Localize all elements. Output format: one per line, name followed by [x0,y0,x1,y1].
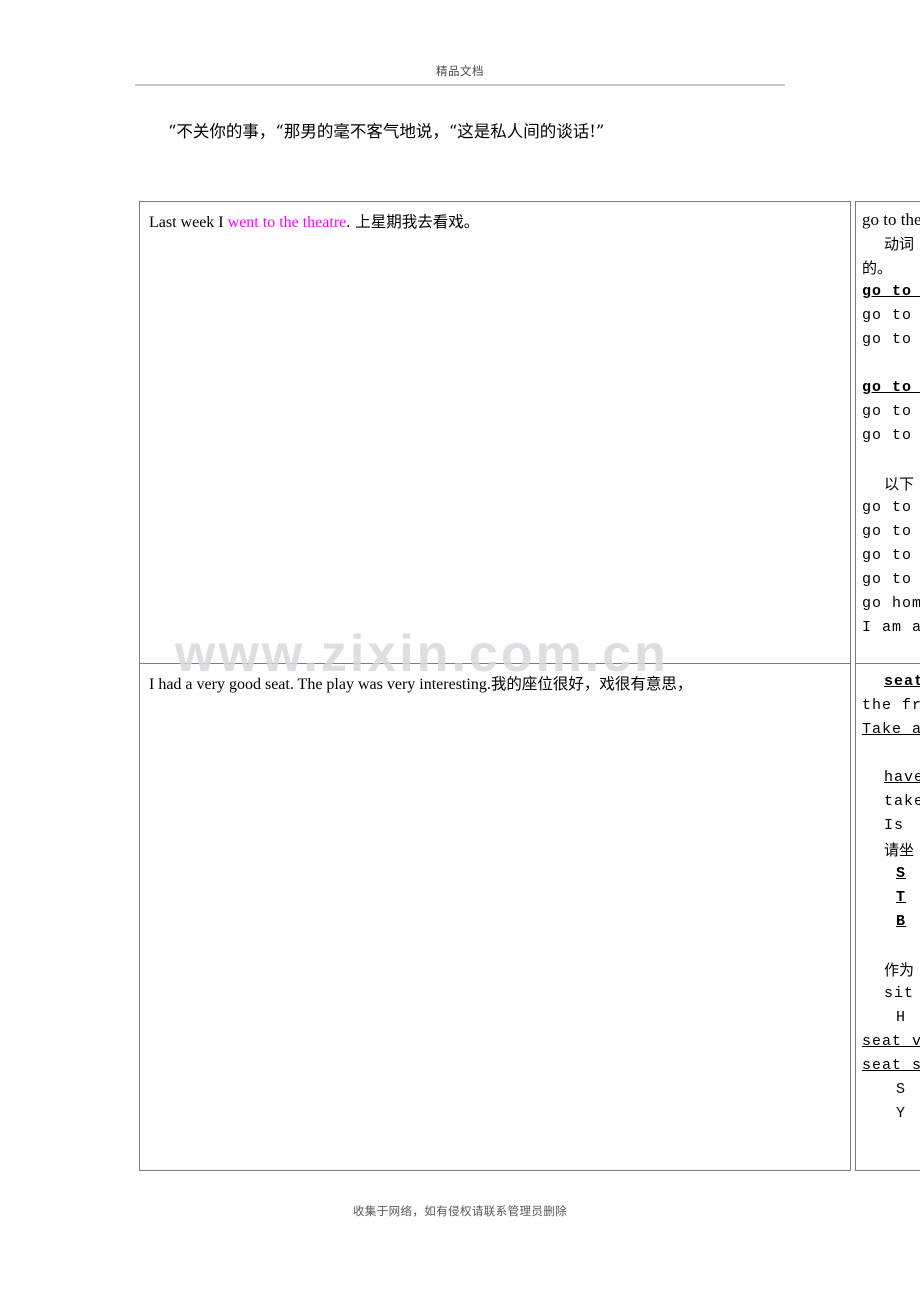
sentence-1-chinese: 上星期我去看戏。 [350,213,480,231]
note-line: go to the [862,283,920,300]
note-line: 动词 [884,235,915,253]
notes-row-2: seat the front Take a seat have a take a Is 请坐… [856,664,920,1170]
note-line: have a [884,769,920,786]
note-line [862,742,920,766]
note-line: sit [884,985,915,1002]
intro-paragraph: “不关你的事，“那男的毫不客气地说，“这是私人间的谈话!” [168,122,605,141]
note-line: go to the [862,307,920,324]
note-line: seat v [862,1033,920,1050]
note-line: go to hospital [862,547,920,564]
note-line: go to school [862,499,920,516]
note-line: Is [884,817,905,834]
note-line: go to the [862,331,920,348]
table-row: I had a very good seat. The play was ver… [140,664,850,1170]
table-row: Last week I went to the theatre. 上星期我去看戏… [140,202,850,664]
note-line: H [896,1009,907,1026]
watermark: www.zixin.com.cn [175,625,669,683]
note-line: 作为 [884,961,915,979]
note-line [862,934,920,958]
note-line: T [896,889,907,906]
content-table: Last week I went to the theatre. 上星期我去看戏… [139,201,851,1171]
sentence-1-highlight: went to the theatre [227,214,347,231]
note-line: go to the [862,427,920,444]
note-line: seat shut [862,1057,920,1074]
note-line: go home [862,595,920,612]
notes-column: go to the theatre 动词的。 go to the go to the g… [855,201,920,1171]
note-line: S [896,1081,907,1098]
note-line [862,448,920,472]
note-line: 以下 [884,475,915,493]
note-line: Y [896,1105,907,1122]
table-cell-sentence-1: Last week I went to the theatre. 上星期我去看戏… [140,202,850,234]
note-line: go to church [862,523,920,540]
note-line: go to the [862,403,920,420]
note-line: the front [862,697,920,714]
page-header-title: 精品文档 [436,64,484,78]
note-line: go to the [862,379,920,396]
notes-row-1-lines: go to the theatre 动词的。 go to the go to the g… [856,202,920,640]
note-line: Take a seat [862,721,920,738]
note-line: 的。 [862,259,893,277]
note-line: go to the theatre [862,210,920,229]
page-header: 精品文档 [0,62,920,80]
note-line: 请坐 [884,841,915,859]
sentence-1-english-before: Last week I [149,214,228,231]
notes-row-1: go to the theatre 动词的。 go to the go to the g… [856,202,920,664]
note-line: go to bed [862,571,920,588]
header-divider [135,84,785,86]
note-line: B [896,913,907,930]
note-line [862,352,920,376]
note-line: take a [884,793,920,810]
page-footer: 收集于网络，如有侵权请联系管理员删除 [352,1204,568,1218]
note-line: I am at [862,619,920,636]
note-line: seat [884,673,920,690]
notes-row-2-lines: seat the front Take a seat have a take a Is 请坐… [856,664,920,1126]
note-line: S [896,865,907,882]
